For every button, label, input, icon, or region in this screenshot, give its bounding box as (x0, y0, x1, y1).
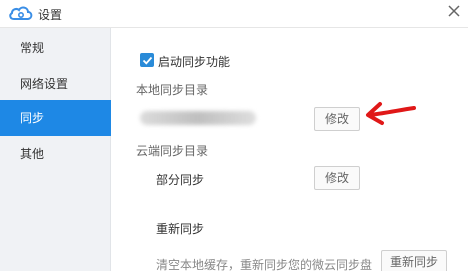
sidebar-item-other[interactable]: 其他 (0, 136, 111, 172)
checkmark-icon (142, 56, 153, 65)
sidebar-item-general[interactable]: 常规 (0, 30, 111, 66)
resync-heading: 重新同步 (156, 222, 205, 236)
cloud-logo-icon (9, 6, 33, 20)
resync-hint: 清空本地缓存，重新同步您的微云同步盘 (156, 258, 373, 271)
sidebar-item-network[interactable]: 网络设置 (0, 66, 111, 102)
partial-sync-modify-button[interactable]: 修改 (314, 166, 360, 190)
enable-sync-label: 启动同步功能 (158, 55, 231, 69)
resync-button[interactable]: 重新同步 (381, 250, 447, 271)
cloud-dir-heading: 云端同步目录 (136, 144, 209, 158)
local-dir-heading: 本地同步目录 (136, 83, 209, 97)
annotation-arrow-icon (366, 102, 416, 125)
sidebar: 常规 网络设置 同步 其他 (0, 28, 111, 271)
sync-settings-panel: 启动同步功能 本地同步目录 修改 云端同步目录 部分同步 修改 重新同步 清空本… (111, 28, 468, 271)
close-icon[interactable] (446, 3, 462, 19)
partial-sync-label: 部分同步 (156, 173, 205, 187)
window-title: 设置 (38, 8, 63, 22)
local-dir-modify-button[interactable]: 修改 (314, 107, 360, 131)
title-bar: 设置 (0, 0, 468, 28)
enable-sync-checkbox[interactable] (140, 53, 154, 67)
local-dir-path-redacted (140, 111, 256, 125)
sidebar-item-sync[interactable]: 同步 (0, 100, 111, 136)
